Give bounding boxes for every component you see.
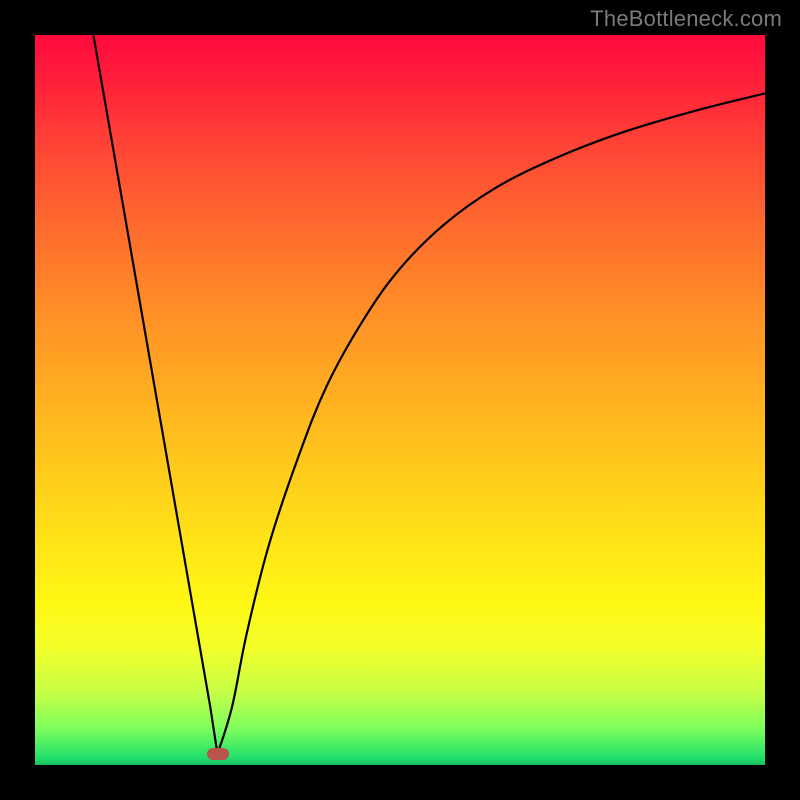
- chart-plot-area: [35, 35, 765, 765]
- minimum-marker: [207, 748, 229, 760]
- watermark-text: TheBottleneck.com: [590, 6, 782, 32]
- curve-svg: [35, 35, 765, 765]
- curve-right-branch: [218, 93, 766, 754]
- curve-left-branch: [93, 35, 217, 754]
- chart-outer-frame: TheBottleneck.com: [0, 0, 800, 800]
